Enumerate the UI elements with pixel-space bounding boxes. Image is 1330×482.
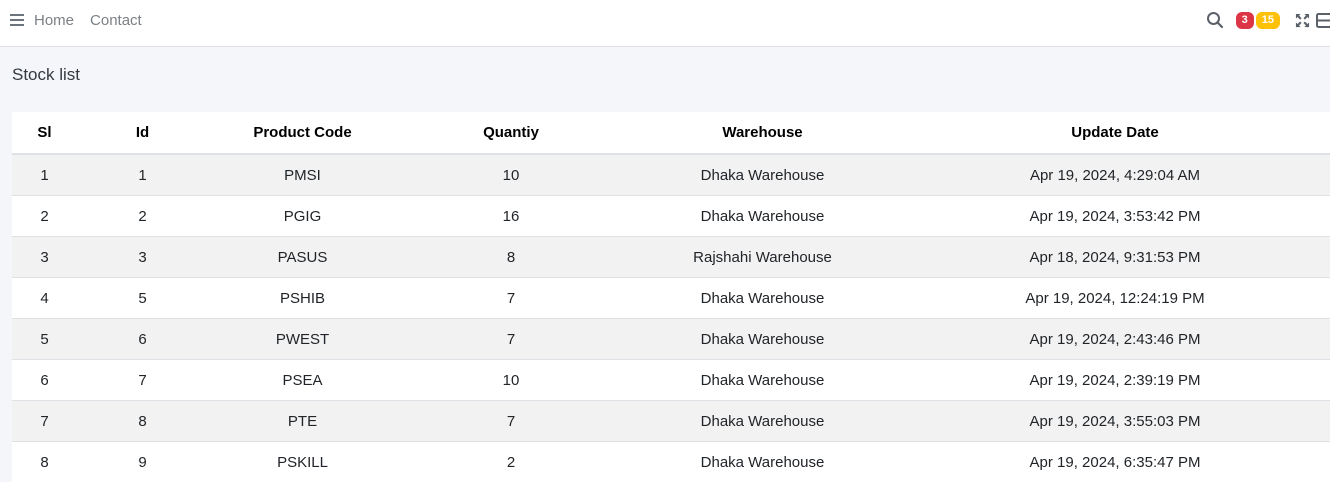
cell-product-code: PSEA — [208, 360, 397, 401]
sidebar-toggle-button[interactable] — [0, 0, 34, 40]
cell-id: 8 — [77, 401, 208, 442]
nav-link-contact[interactable]: Contact — [90, 12, 142, 29]
cell-quantity: 2 — [397, 442, 625, 482]
table-row[interactable]: 67PSEA10Dhaka WarehouseApr 19, 2024, 2:3… — [12, 360, 1330, 401]
cell-warehouse: Dhaka Warehouse — [625, 154, 900, 196]
table-row[interactable]: 33PASUS8Rajshahi WarehouseApr 18, 2024, … — [12, 237, 1330, 278]
cell-sl: 4 — [12, 278, 77, 319]
cell-update-date: Apr 19, 2024, 2:39:19 PM — [900, 360, 1330, 401]
cell-id: 1 — [77, 154, 208, 196]
cell-id: 9 — [77, 442, 208, 482]
cell-sl: 6 — [12, 360, 77, 401]
cell-sl: 2 — [12, 196, 77, 237]
cell-warehouse: Dhaka Warehouse — [625, 196, 900, 237]
table-row[interactable]: 89PSKILL2Dhaka WarehouseApr 19, 2024, 6:… — [12, 442, 1330, 482]
cell-warehouse: Dhaka Warehouse — [625, 442, 900, 482]
cell-warehouse: Dhaka Warehouse — [625, 401, 900, 442]
cell-sl: 3 — [12, 237, 77, 278]
cell-id: 5 — [77, 278, 208, 319]
nav-link-home[interactable]: Home — [34, 12, 74, 29]
cell-product-code: PSKILL — [208, 442, 397, 482]
cell-product-code: PMSI — [208, 154, 397, 196]
cell-warehouse: Dhaka Warehouse — [625, 319, 900, 360]
table-row[interactable]: 45PSHIB7Dhaka WarehouseApr 19, 2024, 12:… — [12, 278, 1330, 319]
cell-quantity: 10 — [397, 154, 625, 196]
cell-quantity: 10 — [397, 360, 625, 401]
cell-update-date: Apr 19, 2024, 3:53:42 PM — [900, 196, 1330, 237]
cell-sl: 1 — [12, 154, 77, 196]
cell-product-code: PSHIB — [208, 278, 397, 319]
cell-id: 3 — [77, 237, 208, 278]
notification-badge-warning[interactable]: 15 — [1256, 12, 1280, 29]
search-button[interactable] — [1200, 0, 1230, 40]
table-row[interactable]: 11PMSI10Dhaka WarehouseApr 19, 2024, 4:2… — [12, 154, 1330, 196]
cell-warehouse: Dhaka Warehouse — [625, 278, 900, 319]
cell-quantity: 8 — [397, 237, 625, 278]
cell-id: 7 — [77, 360, 208, 401]
stock-table: SlIdProduct CodeQuantiyWarehouseUpdate D… — [12, 112, 1330, 482]
table-body: 11PMSI10Dhaka WarehouseApr 19, 2024, 4:2… — [12, 154, 1330, 482]
cell-sl: 5 — [12, 319, 77, 360]
cell-update-date: Apr 19, 2024, 12:24:19 PM — [900, 278, 1330, 319]
cell-product-code: PGIG — [208, 196, 397, 237]
table-row[interactable]: 56PWEST7Dhaka WarehouseApr 19, 2024, 2:4… — [12, 319, 1330, 360]
table-header-row: SlIdProduct CodeQuantiyWarehouseUpdate D… — [12, 112, 1330, 154]
table-row[interactable]: 78PTE7Dhaka WarehouseApr 19, 2024, 3:55:… — [12, 401, 1330, 442]
panel-icon — [1316, 13, 1330, 28]
expand-icon — [1295, 13, 1310, 28]
cell-update-date: Apr 19, 2024, 6:35:47 PM — [900, 442, 1330, 482]
column-header-warehouse[interactable]: Warehouse — [625, 112, 900, 154]
cell-product-code: PTE — [208, 401, 397, 442]
nav-left: Home Contact — [0, 0, 158, 40]
cell-product-code: PASUS — [208, 237, 397, 278]
fullscreen-button[interactable] — [1288, 0, 1316, 40]
column-header-product-code[interactable]: Product Code — [208, 112, 397, 154]
stock-table-container: SlIdProduct CodeQuantiyWarehouseUpdate D… — [12, 112, 1330, 482]
page-title: Stock list — [12, 65, 80, 85]
cell-id: 2 — [77, 196, 208, 237]
notification-badge-danger[interactable]: 3 — [1236, 12, 1254, 29]
table-row[interactable]: 22PGIG16Dhaka WarehouseApr 19, 2024, 3:5… — [12, 196, 1330, 237]
cell-quantity: 7 — [397, 319, 625, 360]
column-header-sl[interactable]: Sl — [12, 112, 77, 154]
cell-warehouse: Rajshahi Warehouse — [625, 237, 900, 278]
nav-right: 3 15 — [1200, 0, 1330, 40]
cell-quantity: 16 — [397, 196, 625, 237]
cell-update-date: Apr 19, 2024, 4:29:04 AM — [900, 154, 1330, 196]
top-navbar: Home Contact 3 15 — [0, 0, 1330, 47]
cell-update-date: Apr 18, 2024, 9:31:53 PM — [900, 237, 1330, 278]
cell-warehouse: Dhaka Warehouse — [625, 360, 900, 401]
hamburger-icon — [10, 14, 24, 26]
column-header-quantity[interactable]: Quantiy — [397, 112, 625, 154]
cell-sl: 8 — [12, 442, 77, 482]
cell-sl: 7 — [12, 401, 77, 442]
cell-id: 6 — [77, 319, 208, 360]
cell-quantity: 7 — [397, 278, 625, 319]
cell-quantity: 7 — [397, 401, 625, 442]
cell-update-date: Apr 19, 2024, 3:55:03 PM — [900, 401, 1330, 442]
cell-update-date: Apr 19, 2024, 2:43:46 PM — [900, 319, 1330, 360]
search-icon — [1206, 11, 1224, 29]
cell-product-code: PWEST — [208, 319, 397, 360]
control-sidebar-button[interactable] — [1316, 0, 1330, 40]
column-header-update-date[interactable]: Update Date — [900, 112, 1330, 154]
column-header-id[interactable]: Id — [77, 112, 208, 154]
